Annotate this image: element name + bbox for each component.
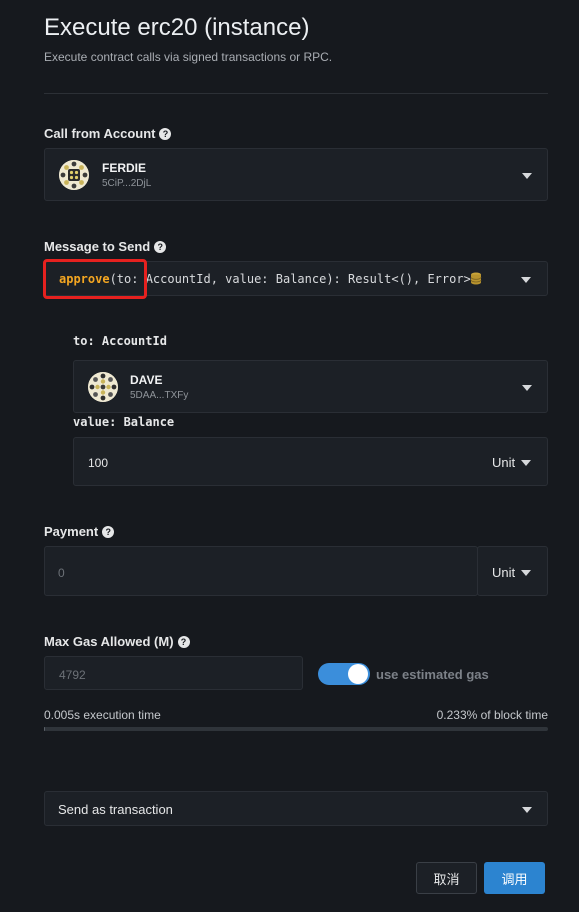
arg-value-label: value: Balance bbox=[73, 415, 175, 429]
chevron-down-icon bbox=[521, 459, 532, 466]
message-label-text: Message to Send bbox=[44, 239, 151, 254]
toggle-knob bbox=[348, 664, 368, 684]
help-icon[interactable]: ? bbox=[102, 525, 115, 538]
arg-to-label: to: AccountId bbox=[73, 334, 167, 348]
block-usage-fill bbox=[44, 727, 46, 731]
payment-placeholder: 0 bbox=[58, 566, 65, 580]
block-time: 0.233% of block time bbox=[436, 708, 548, 722]
chevron-down-icon bbox=[522, 385, 532, 391]
payment-label-text: Payment bbox=[44, 524, 99, 539]
account-avatar-ferdie bbox=[59, 160, 89, 190]
cancel-button[interactable]: 取消 bbox=[416, 862, 477, 894]
help-icon[interactable]: ? bbox=[154, 240, 167, 253]
send-mode-select[interactable]: Send as transaction bbox=[44, 791, 548, 826]
arg-to-account-select[interactable]: DAVE 5DAA...TXFy bbox=[73, 360, 548, 413]
payment-input[interactable]: 0 bbox=[44, 546, 478, 596]
call-from-account-select[interactable]: FERDIE 5CiP...2DjL bbox=[44, 148, 548, 201]
arg-value-input[interactable]: 100 Unit bbox=[73, 437, 548, 486]
use-estimated-gas-label: use estimated gas bbox=[376, 667, 489, 682]
use-estimated-gas-toggle[interactable] bbox=[318, 663, 370, 685]
call-button[interactable]: 调用 bbox=[484, 862, 545, 894]
payment-label: Payment ? bbox=[44, 524, 115, 539]
chevron-down-icon bbox=[521, 277, 531, 283]
arg-value-unit-select[interactable]: Unit bbox=[492, 455, 532, 470]
divider bbox=[44, 93, 548, 94]
chevron-down-icon bbox=[521, 569, 532, 576]
call-from-label: Call from Account ? bbox=[44, 126, 172, 141]
payment-unit-select[interactable]: Unit bbox=[477, 546, 548, 596]
help-icon[interactable]: ? bbox=[159, 127, 172, 140]
message-function-signature: (to: AccountId, value: Balance): Result<… bbox=[109, 272, 471, 286]
gas-input[interactable]: 4792 bbox=[44, 656, 303, 690]
account-name: FERDIE bbox=[102, 161, 147, 175]
send-mode-text: Send as transaction bbox=[58, 802, 173, 817]
modal-subtitle: Execute contract calls via signed transa… bbox=[44, 50, 333, 64]
gas-label-text: Max Gas Allowed (M) bbox=[44, 634, 174, 649]
account-address: 5CiP...2DjL bbox=[102, 178, 152, 189]
account-name: DAVE bbox=[130, 373, 163, 387]
help-icon[interactable]: ? bbox=[177, 635, 190, 648]
execution-time: 0.005s execution time bbox=[44, 708, 161, 722]
call-from-label-text: Call from Account bbox=[44, 126, 156, 141]
payment-unit: Unit bbox=[492, 565, 532, 580]
chevron-down-icon bbox=[522, 173, 532, 179]
account-avatar-dave bbox=[88, 372, 118, 402]
unit-label: Unit bbox=[492, 565, 516, 580]
modal-title: Execute erc20 (instance) bbox=[44, 14, 310, 41]
database-icon bbox=[470, 272, 482, 290]
highlight-box bbox=[43, 259, 147, 299]
unit-label: Unit bbox=[492, 455, 516, 470]
chevron-down-icon bbox=[522, 807, 532, 813]
gas-label: Max Gas Allowed (M) ? bbox=[44, 634, 190, 649]
arg-value-text: 100 bbox=[88, 456, 109, 470]
block-usage-bar bbox=[44, 727, 548, 731]
account-address: 5DAA...TXFy bbox=[130, 390, 189, 401]
message-label: Message to Send ? bbox=[44, 239, 167, 254]
gas-placeholder: 4792 bbox=[59, 668, 86, 682]
